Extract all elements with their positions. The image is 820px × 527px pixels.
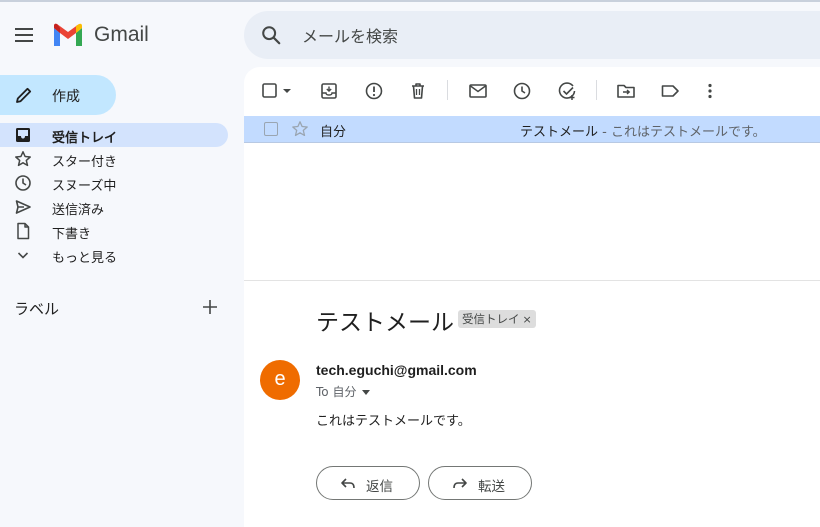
archive-icon[interactable] [318, 80, 340, 102]
hamburger-menu-icon [15, 28, 33, 42]
search-icon[interactable] [260, 24, 282, 46]
delete-icon[interactable] [407, 80, 429, 102]
forward-icon [453, 478, 467, 489]
sidebar-nav: 受信トレイ スター付き スヌーズ中 送信済み 下書き もっと見る [0, 123, 228, 267]
reply-label: 返信 [366, 479, 393, 495]
search-input[interactable] [300, 21, 804, 51]
toolbar-divider [447, 80, 448, 100]
sidebar-item-label: 送信済み [52, 203, 105, 218]
sidebar-item-label: 受信トレイ [52, 131, 118, 146]
report-spam-icon[interactable] [363, 80, 385, 102]
inbox-icon [16, 128, 30, 142]
sidebar-item-label: スヌーズ中 [52, 179, 117, 194]
brand-name[interactable]: Gmail [94, 23, 149, 47]
clock-icon [15, 175, 31, 191]
mark-unread-icon[interactable] [467, 80, 489, 102]
sidebar-item-snoozed[interactable]: スヌーズ中 [0, 171, 228, 195]
caret-down-icon[interactable] [362, 390, 371, 395]
select-checkbox-icon[interactable] [259, 80, 281, 102]
star-icon[interactable] [291, 120, 309, 138]
recipient-details[interactable]: To 自分 [316, 383, 371, 400]
forward-label: 転送 [478, 479, 505, 495]
dropdown-arrow-icon[interactable] [280, 80, 294, 102]
row-subject: テストメール [520, 125, 599, 140]
send-icon [15, 200, 31, 214]
gmail-logo-icon[interactable] [52, 22, 84, 48]
window-top-border [0, 0, 820, 2]
more-vert-icon[interactable] [699, 80, 721, 102]
label-chip-remove-button[interactable]: × [523, 313, 532, 326]
recipient-label: To 自分 [316, 385, 357, 399]
reply-icon [341, 478, 355, 489]
row-subject-line: テストメール - これはテストメールです。 [520, 121, 766, 140]
sidebar-item-label: スター付き [52, 155, 118, 170]
sidebar-item-starred[interactable]: スター付き [0, 147, 228, 171]
sidebar-item-label: もっと見る [52, 251, 118, 266]
row-snippet: - これはテストメールです。 [598, 125, 766, 140]
sender-email[interactable]: tech.eguchi@gmail.com [316, 362, 477, 378]
sidebar-item-sent[interactable]: 送信済み [0, 195, 228, 219]
toolbar-divider [596, 80, 597, 100]
message-subject: テストメール [316, 310, 454, 336]
reading-pane-divider [244, 280, 820, 281]
plus-icon[interactable] [200, 297, 220, 317]
chevron-down-icon [17, 252, 29, 259]
label-chip-text[interactable]: 受信トレイ [462, 312, 520, 326]
pencil-icon [16, 87, 32, 103]
draft-icon [17, 222, 30, 240]
row-sender: 自分 [320, 125, 347, 140]
mail-list-row[interactable]: 自分 テストメール - これはテストメールです。 [244, 116, 820, 143]
sidebar-item-more[interactable]: もっと見る [0, 243, 228, 267]
sidebar-item-label: 下書き [52, 227, 92, 242]
star-icon [15, 151, 31, 167]
message-body: これはテストメールです。 [316, 414, 471, 429]
compose-button[interactable]: 作成 [0, 75, 116, 115]
label-chip[interactable]: 受信トレイ × [458, 310, 536, 328]
row-checkbox[interactable] [264, 122, 278, 136]
sidebar-item-inbox[interactable]: 受信トレイ [0, 123, 228, 147]
sender-avatar[interactable]: e [260, 360, 300, 400]
main-menu-button[interactable] [12, 24, 36, 46]
search-bar[interactable] [244, 11, 820, 59]
add-to-tasks-icon[interactable] [556, 80, 578, 102]
labels-heading: ラベル [14, 300, 60, 318]
sidebar-item-drafts[interactable]: 下書き [0, 219, 228, 243]
label-icon[interactable] [659, 80, 681, 102]
move-to-icon[interactable] [615, 80, 637, 102]
snooze-icon[interactable] [511, 80, 533, 102]
compose-label: 作成 [52, 89, 80, 105]
reply-button[interactable]: 返信 [316, 466, 420, 500]
forward-button[interactable]: 転送 [428, 466, 532, 500]
